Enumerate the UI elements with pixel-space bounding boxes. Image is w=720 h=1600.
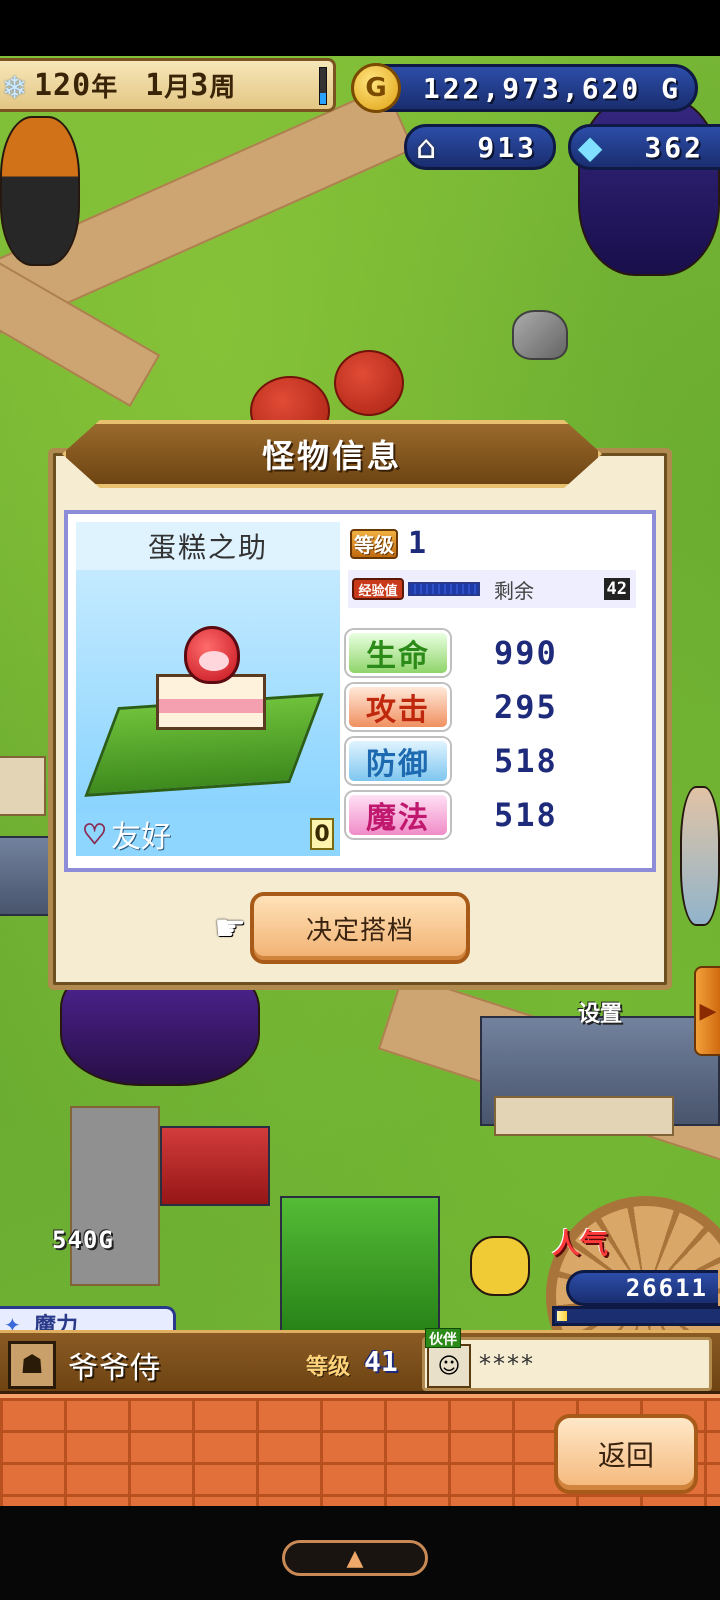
week-progress-fill <box>320 93 326 104</box>
stat-value-defense: 518 <box>494 742 558 780</box>
heart-icon: ♡ <box>81 817 108 851</box>
popularity-bar <box>552 1306 720 1326</box>
monster-info-panel: 蛋糕之助 ♡ 友好 0 等级 1 经验值 剩余 42 生命 990 攻击 295… <box>64 510 656 872</box>
stat-label-hp: 生命 <box>346 630 450 676</box>
building-price-label: 540G <box>52 1226 114 1254</box>
chevron-up-icon: ▲ <box>346 1545 364 1571</box>
crystal-icon: ◆ <box>577 128 603 166</box>
system-status-bar <box>0 0 720 56</box>
friendship-bar: ♡ 友好 0 <box>76 812 340 856</box>
popularity-value: 26611 <box>566 1270 718 1306</box>
chevron-right-icon: ▶ <box>699 998 717 1024</box>
cake-face <box>199 651 229 671</box>
cake-monster-sprite <box>156 626 266 736</box>
gold-amount: 122,973,620 G <box>422 71 681 105</box>
stat-value-hp: 990 <box>494 634 558 672</box>
week-unit: 周 <box>209 72 236 103</box>
monster-portrait: 蛋糕之助 ♡ 友好 0 <box>76 522 340 856</box>
cake-stripe <box>159 699 263 713</box>
exp-bar <box>408 582 480 596</box>
crystal-count-panel: ◆ 362 <box>568 124 720 170</box>
house-icon: ⌂ <box>415 128 437 166</box>
side-menu-arrow[interactable]: ▶ <box>694 966 720 1056</box>
back-button[interactable]: 返回 <box>554 1414 698 1494</box>
stat-value-attack: 295 <box>494 688 558 726</box>
month-unit: 月 <box>164 72 191 103</box>
snowflake-icon: ❄ <box>2 71 28 106</box>
character-bar[interactable]: ☗ 爷爷侍 等级 41 ☺ 伙伴 **** <box>0 1328 720 1394</box>
year-value: 120 <box>34 67 92 103</box>
exp-remain-value: 42 <box>603 578 630 600</box>
friendship-label: 友好 <box>111 820 172 855</box>
drawer-handle[interactable]: ▲ <box>282 1540 428 1576</box>
house-count: 913 <box>477 130 537 164</box>
popularity-bar-fill <box>557 1311 567 1321</box>
popularity-label: 人气 <box>552 1227 609 1260</box>
strawberry-head <box>184 626 240 684</box>
partner-badge: 伙伴 <box>425 1328 461 1348</box>
partner-avatar: ☺ <box>427 1344 471 1388</box>
exp-row: 经验值 剩余 42 <box>348 570 636 608</box>
dialog-title: 怪物信息 <box>261 437 402 475</box>
house-count-panel: ⌂ 913 <box>404 124 556 170</box>
week-value: 3 <box>190 67 210 103</box>
set-partner-button[interactable]: 决定搭档 <box>250 892 470 964</box>
character-name: 爷爷侍 <box>68 1351 161 1386</box>
stat-label-defense: 防御 <box>346 738 450 784</box>
month-value: 1 <box>145 67 165 103</box>
settings-label[interactable]: 设置 <box>578 996 622 1028</box>
character-level-value: 41 <box>364 1345 398 1378</box>
level-row: 等级 1 <box>350 526 426 561</box>
friendship-value: 0 <box>310 818 334 850</box>
monster-name-bar: 蛋糕之助 <box>76 522 340 570</box>
level-tag: 等级 <box>350 528 398 559</box>
level-value: 1 <box>408 526 427 561</box>
gold-panel: G 122,973,620 G <box>351 63 698 113</box>
exp-bar-fill <box>410 584 478 594</box>
exp-remain-label: 剩余 <box>494 578 534 603</box>
pointing-hand-icon: ☛ <box>214 908 247 949</box>
stat-label-attack: 攻击 <box>346 684 450 730</box>
year-unit: 年 <box>91 72 118 103</box>
stat-row-defense: 防御 518 <box>346 738 558 784</box>
date-panel: ❄ 120 年 1 月 3 周 <box>0 58 336 112</box>
stat-row-magic: 魔法 518 <box>346 792 558 838</box>
character-level-label: 等级 <box>306 1355 351 1380</box>
week-progress-bar <box>319 67 327 105</box>
stat-value-magic: 518 <box>494 796 558 834</box>
crystal-count: 362 <box>644 130 704 164</box>
dialog-title-banner: 怪物信息 <box>62 420 602 488</box>
gold-coin-icon: G <box>351 63 401 113</box>
partner-slot[interactable]: ☺ 伙伴 **** <box>422 1328 712 1391</box>
stat-row-hp: 生命 990 <box>346 630 558 676</box>
stat-label-magic: 魔法 <box>346 792 450 838</box>
stat-row-attack: 攻击 295 <box>346 684 558 730</box>
partner-name: **** <box>479 1350 535 1378</box>
monster-name: 蛋糕之助 <box>147 531 268 564</box>
exp-tag: 经验值 <box>352 578 404 600</box>
samurai-avatar: ☗ <box>8 1341 56 1389</box>
